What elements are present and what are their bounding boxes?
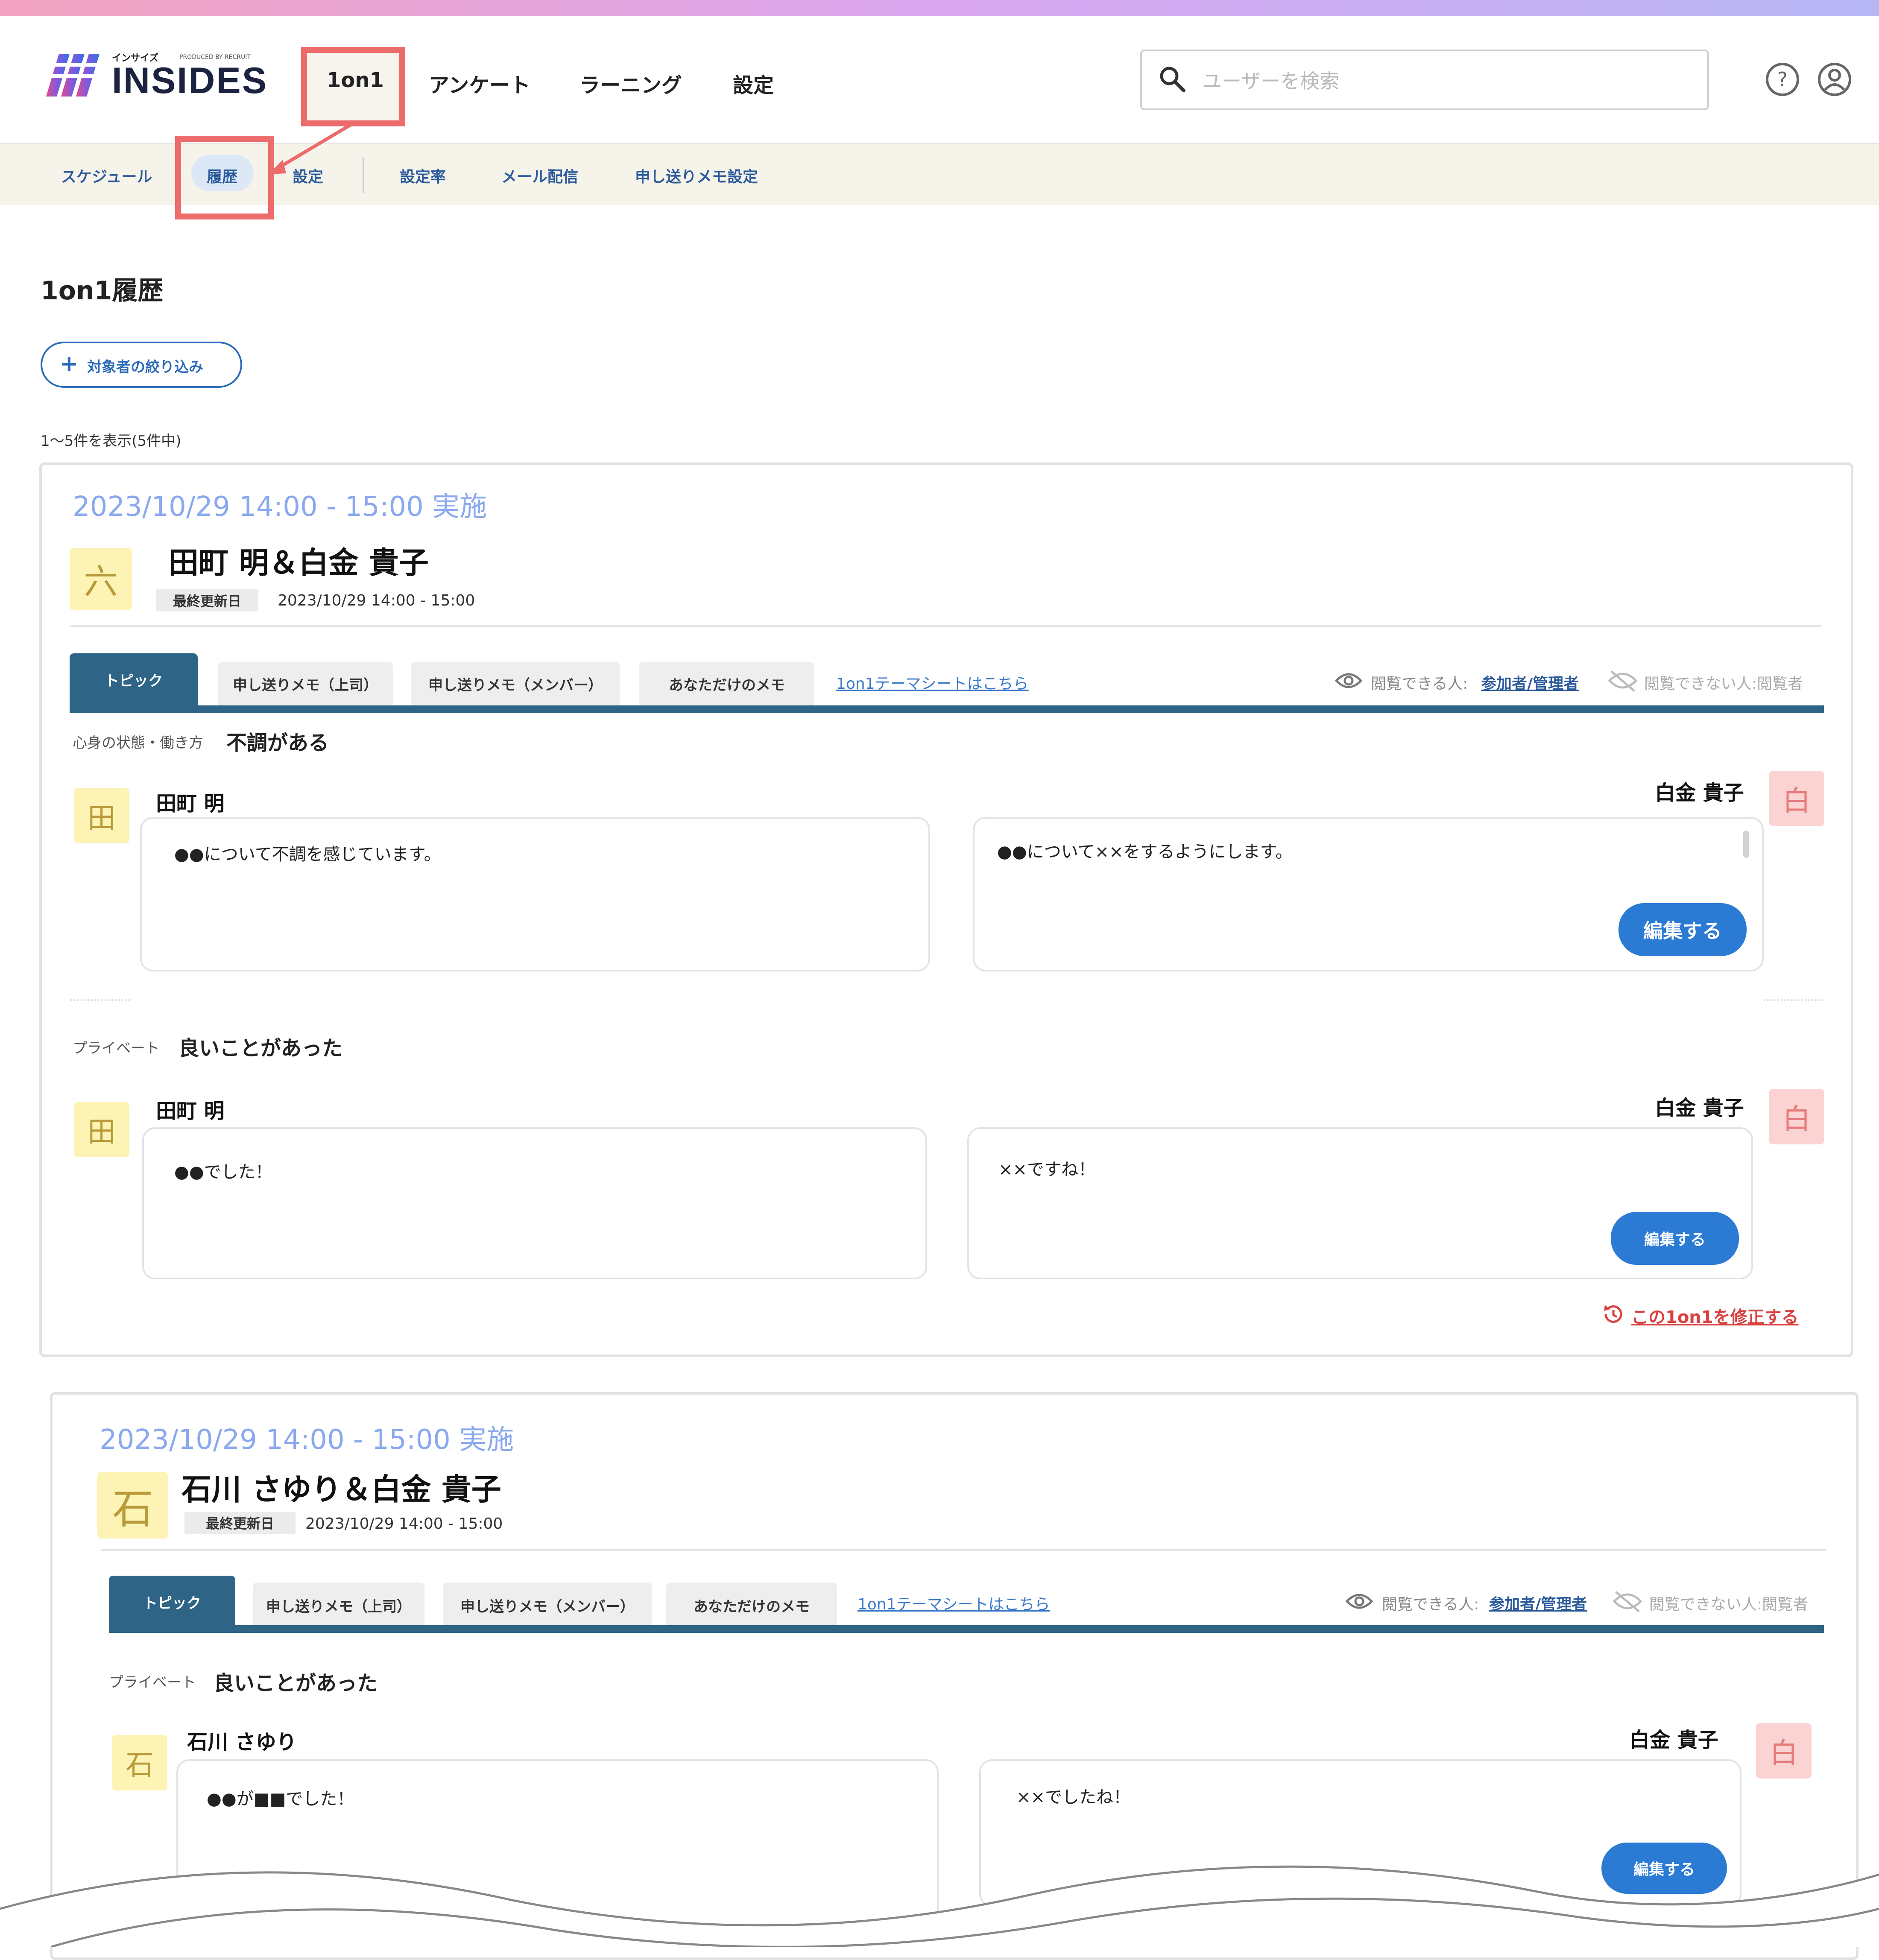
- last-updated-badge: 最終更新日: [156, 589, 258, 611]
- comment-text: ●●でした！: [174, 1162, 272, 1182]
- nav-settings[interactable]: 設定: [733, 68, 774, 98]
- comment-bubble: [142, 1127, 927, 1279]
- filter-button-label: 対象者の絞り込み: [87, 359, 203, 376]
- permission-excluded: 閲覧できない人:閲覧者: [1644, 675, 1803, 693]
- member-name: 田町 明: [156, 1099, 225, 1123]
- annotation-arrow-icon: [269, 122, 354, 174]
- tab-memo-member[interactable]: 申し送りメモ（メンバー）: [443, 1583, 652, 1628]
- top-gradient-bar: [0, 0, 1879, 16]
- card-date: 2023/10/29 14:00 - 15:00 実施: [100, 1424, 514, 1456]
- edit-button[interactable]: 編集する: [1611, 1212, 1739, 1265]
- avatar: 六: [70, 548, 132, 610]
- tab-memo-member[interactable]: 申し送りメモ（メンバー）: [411, 662, 620, 705]
- theme-sheet-link[interactable]: 1on1テーマシートはこちら: [858, 1592, 1050, 1614]
- permission-excluded: 閲覧できない人:閲覧者: [1649, 1596, 1809, 1613]
- tab-private-memo[interactable]: あなただけのメモ: [639, 662, 814, 705]
- edit-button[interactable]: 編集する: [1619, 903, 1747, 956]
- plus-icon: +: [60, 351, 79, 377]
- reply-text: ●●について××をするようにします。: [997, 842, 1293, 862]
- topic-value: 良いことがあった: [214, 1671, 378, 1695]
- subnav-setting-rate[interactable]: 設定率: [400, 164, 446, 187]
- tab-private-memo[interactable]: あなただけのメモ: [666, 1583, 837, 1628]
- tab-memo-boss[interactable]: 申し送りメモ（上司）: [218, 662, 393, 705]
- card-participants: 石川 さゆり＆白金 貴子: [181, 1472, 501, 1507]
- tab-topic[interactable]: トピック: [70, 653, 198, 705]
- comment-text: ●●について不調を感じています。: [174, 845, 441, 864]
- eye-off-icon: [1608, 670, 1638, 692]
- scrollbar[interactable]: [1743, 831, 1749, 858]
- last-updated-badge: 最終更新日: [184, 1512, 296, 1534]
- tab-underline: [70, 705, 1824, 713]
- avatar: 白: [1756, 1723, 1812, 1779]
- topic-label: プライベート: [109, 1674, 196, 1691]
- torn-edge-decoration: [0, 1865, 1879, 1947]
- account-icon[interactable]: [1817, 61, 1853, 97]
- subnav-schedule[interactable]: スケジュール: [61, 164, 152, 187]
- manager-name: 白金 貴子: [1629, 1728, 1718, 1752]
- help-icon[interactable]: ?: [1765, 61, 1800, 97]
- comment-text: ●●が■■でした！: [207, 1789, 354, 1809]
- avatar: 田: [74, 1102, 129, 1157]
- manager-name: 白金 貴子: [1655, 781, 1744, 805]
- reply-text: ××ですね！: [998, 1160, 1096, 1179]
- subnav-separator: [363, 157, 364, 193]
- theme-sheet-link[interactable]: 1on1テーマシートはこちら: [836, 671, 1029, 693]
- last-updated-date: 2023/10/29 14:00 - 15:00: [278, 592, 475, 609]
- tab-underline: [109, 1625, 1824, 1633]
- avatar: 白: [1769, 1089, 1824, 1144]
- logo-mark-icon: [46, 54, 102, 97]
- tab-memo-boss[interactable]: 申し送りメモ（上司）: [253, 1583, 424, 1628]
- subnav-mail[interactable]: メール配信: [501, 164, 578, 187]
- last-updated-date: 2023/10/29 14:00 - 15:00: [305, 1515, 503, 1533]
- avatar: 石: [112, 1735, 167, 1790]
- page-title: 1on1履歴: [41, 276, 164, 306]
- subnav-memo-settings[interactable]: 申し送りメモ設定: [635, 164, 758, 187]
- card-date: 2023/10/29 14:00 - 15:00 実施: [73, 491, 487, 523]
- nav-survey[interactable]: アンケート: [429, 68, 530, 98]
- permission-value[interactable]: 参加者/管理者: [1481, 671, 1579, 693]
- topic-value: 不調がある: [226, 731, 329, 755]
- nav-learning[interactable]: ラーニング: [580, 68, 682, 98]
- permission-value[interactable]: 参加者/管理者: [1489, 1592, 1587, 1614]
- tab-topic[interactable]: トピック: [109, 1576, 235, 1628]
- card-divider: [101, 1549, 1826, 1551]
- modify-1on1-link[interactable]: この1on1を修正する: [1631, 1303, 1799, 1328]
- member-name: 田町 明: [156, 792, 225, 816]
- permission-label: 閲覧できる人:: [1371, 675, 1468, 693]
- search-placeholder: ユーザーを検索: [1202, 70, 1340, 93]
- topic-value: 良いことがあった: [179, 1036, 343, 1060]
- topic-label: 心身の状態・働き方: [73, 734, 203, 752]
- eye-icon: [1335, 673, 1363, 688]
- permission-label: 閲覧できる人:: [1382, 1596, 1479, 1613]
- card-participants: 田町 明＆白金 貴子: [169, 545, 429, 580]
- avatar: 田: [74, 788, 129, 843]
- avatar: 白: [1769, 771, 1824, 826]
- topic-label: プライベート: [73, 1040, 160, 1057]
- result-count: 1〜5件を表示(5件中): [41, 433, 181, 450]
- eye-off-icon: [1613, 1591, 1642, 1612]
- manager-name: 白金 貴子: [1655, 1096, 1744, 1120]
- dotted-separator: [70, 999, 130, 1003]
- dotted-separator: [1764, 999, 1823, 1003]
- svg-text:?: ?: [1777, 68, 1788, 91]
- card-divider: [70, 625, 1821, 627]
- logo-text[interactable]: INSIDES: [112, 60, 268, 102]
- avatar: 石: [97, 1472, 168, 1539]
- search-icon: [1160, 67, 1185, 92]
- reply-text: ××でしたね！: [1016, 1787, 1131, 1807]
- member-name: 石川 さゆり: [187, 1730, 297, 1754]
- eye-icon: [1345, 1594, 1373, 1609]
- history-icon: [1604, 1305, 1622, 1323]
- nav-1on1[interactable]: 1on1: [327, 68, 384, 92]
